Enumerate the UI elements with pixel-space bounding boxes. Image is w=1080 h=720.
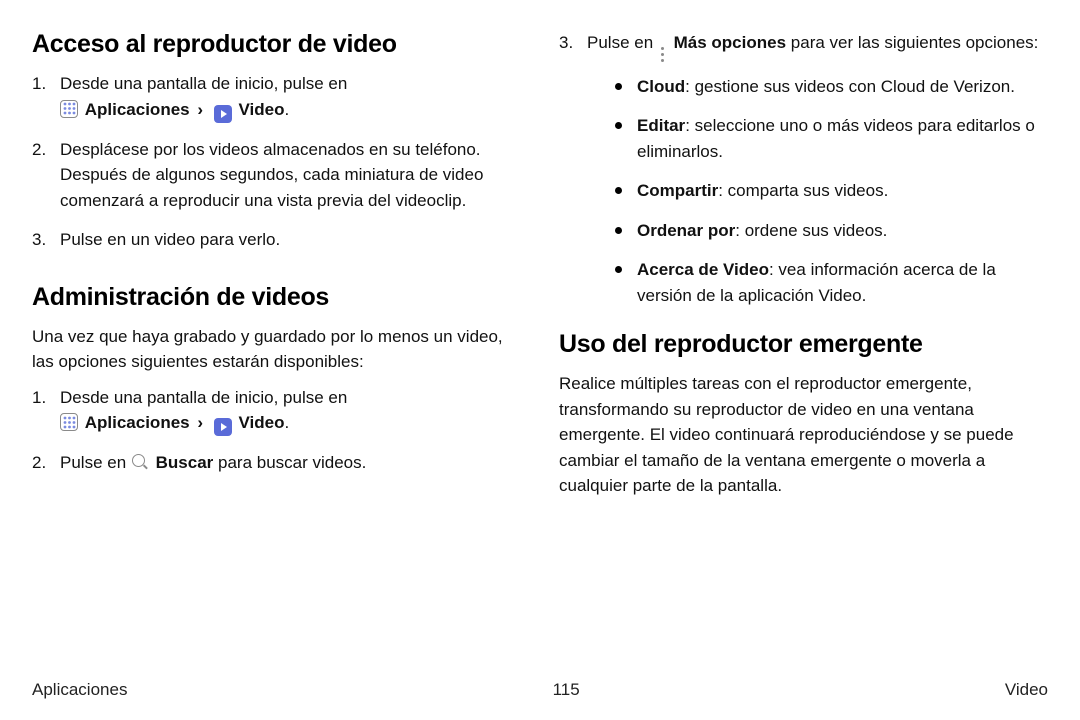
option-desc: : ordene sus videos. — [735, 221, 887, 240]
apps-grid-icon — [60, 413, 78, 431]
video-play-icon — [214, 105, 232, 123]
manage-steps-list: Desde una pantalla de inicio, pulse en A… — [32, 385, 521, 476]
list-item: Editar: seleccione uno o más videos para… — [615, 113, 1048, 164]
option-title: Ordenar por — [637, 221, 735, 240]
step-text: Desde una pantalla de inicio, pulse en — [60, 74, 347, 93]
option-title: Acerca de Video — [637, 260, 769, 279]
apps-label: Aplicaciones — [85, 413, 190, 432]
list-item: Ordenar por: ordene sus videos. — [615, 218, 1048, 244]
chevron-right-icon: › — [197, 100, 203, 119]
more-options-label: Más opciones — [674, 33, 786, 52]
options-bullet-list: Cloud: gestione sus videos con Cloud de … — [587, 74, 1048, 309]
period: . — [284, 100, 289, 119]
list-item: Pulse en Más opciones para ver las sigui… — [559, 30, 1048, 308]
list-item: Acerca de Video: vea información acerca … — [615, 257, 1048, 308]
list-item: Compartir: comparta sus videos. — [615, 178, 1048, 204]
search-icon — [131, 453, 149, 471]
access-steps-list: Desde una pantalla de inicio, pulse en A… — [32, 71, 521, 253]
option-desc: : seleccione uno o más videos para edita… — [637, 116, 1035, 161]
list-item: Desplácese por los videos almacenados en… — [32, 137, 521, 214]
list-item: Cloud: gestione sus videos con Cloud de … — [615, 74, 1048, 100]
video-label: Video — [238, 413, 284, 432]
option-title: Cloud — [637, 77, 685, 96]
list-item: Desde una pantalla de inicio, pulse en A… — [32, 71, 521, 123]
option-desc: : gestione sus videos con Cloud de Veriz… — [685, 77, 1015, 96]
search-label: Buscar — [156, 453, 214, 472]
apps-label: Aplicaciones — [85, 100, 190, 119]
step-text: Pulse en — [60, 453, 131, 472]
chevron-right-icon: › — [197, 413, 203, 432]
video-play-icon — [214, 418, 232, 436]
more-options-step: Pulse en Más opciones para ver las sigui… — [559, 30, 1048, 308]
video-label: Video — [238, 100, 284, 119]
footer-right: Video — [1005, 680, 1048, 700]
list-item: Desde una pantalla de inicio, pulse en A… — [32, 385, 521, 437]
step-text-tail: para buscar videos. — [218, 453, 366, 472]
footer-page-number: 115 — [553, 680, 580, 700]
heading-access-video-player: Acceso al reproductor de video — [32, 30, 521, 59]
left-column: Acceso al reproductor de video Desde una… — [32, 30, 521, 509]
heading-manage-videos: Administración de videos — [32, 283, 521, 312]
option-title: Compartir — [637, 181, 718, 200]
option-desc: : comparta sus videos. — [718, 181, 888, 200]
heading-popup-player: Uso del reproductor emergente — [559, 330, 1048, 359]
step-text: Desde una pantalla de inicio, pulse en — [60, 388, 347, 407]
option-title: Editar — [637, 116, 685, 135]
list-item: Pulse en Buscar para buscar videos. — [32, 450, 521, 476]
apps-grid-icon — [60, 100, 78, 118]
content-columns: Acceso al reproductor de video Desde una… — [32, 30, 1048, 509]
page-footer: Aplicaciones 115 Video — [32, 680, 1048, 700]
popup-player-desc: Realice múltiples tareas con el reproduc… — [559, 371, 1048, 499]
step-text-tail: para ver las siguientes opciones: — [791, 33, 1039, 52]
step-text: Pulse en — [587, 33, 658, 52]
list-item: Pulse en un video para verlo. — [32, 227, 521, 253]
more-options-icon — [658, 47, 668, 62]
manage-intro: Una vez que haya grabado y guardado por … — [32, 324, 521, 375]
right-column: Pulse en Más opciones para ver las sigui… — [559, 30, 1048, 509]
period: . — [284, 413, 289, 432]
footer-left: Aplicaciones — [32, 680, 127, 700]
